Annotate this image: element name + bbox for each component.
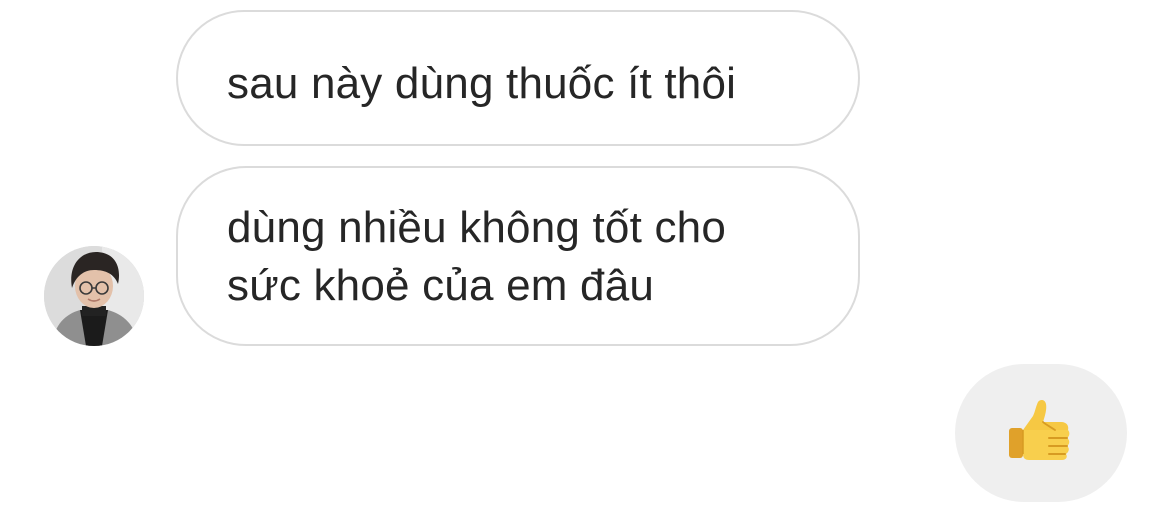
avatar-image (44, 246, 144, 346)
message-text: dùng nhiều không tốt cho (227, 203, 726, 252)
incoming-message-bubble[interactable]: sau này dùng thuốc ít thôi (176, 10, 860, 146)
message-text: sau này dùng thuốc ít thôi (227, 59, 737, 108)
message-text: sức khoẻ của em đâu (227, 261, 655, 310)
outgoing-like-bubble[interactable] (955, 364, 1127, 502)
thumbs-up-icon (1009, 399, 1070, 460)
incoming-message-bubble[interactable]: dùng nhiều không tốt cho sức khoẻ của em… (176, 166, 860, 346)
sender-avatar[interactable] (44, 246, 144, 346)
